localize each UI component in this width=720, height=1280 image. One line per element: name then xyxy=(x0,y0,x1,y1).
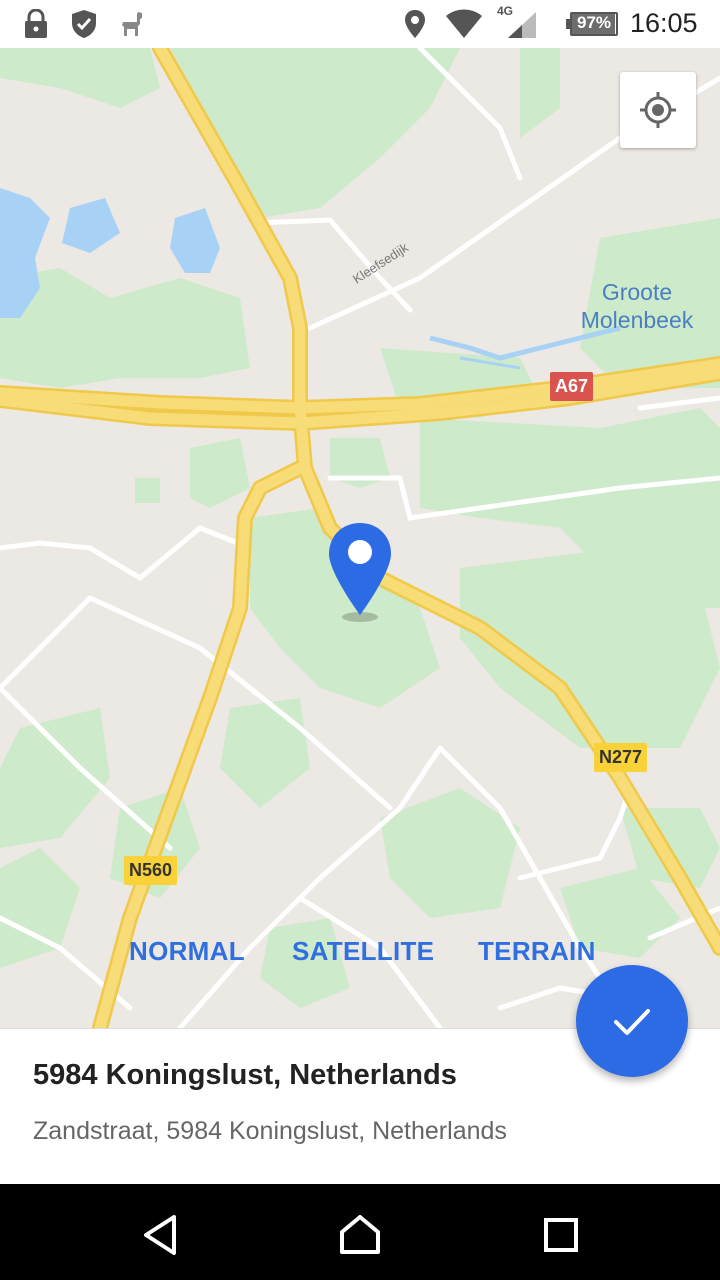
place-address: Zandstraat, 5984 Koningslust, Netherland… xyxy=(33,1117,507,1145)
map-view[interactable]: Kleefsedijk Groote Molenbeek A67 N277 N5… xyxy=(0,48,720,1028)
cell-signal-icon xyxy=(508,12,536,38)
road-label-n277: N277 xyxy=(594,743,648,772)
wifi-icon xyxy=(446,9,482,39)
map-type-terrain[interactable]: TERRAIN xyxy=(478,936,596,967)
home-icon[interactable] xyxy=(338,1212,382,1256)
confirm-location-button[interactable] xyxy=(576,965,688,1077)
checkmark-icon xyxy=(614,1009,650,1035)
map-type-satellite[interactable]: SATELLITE xyxy=(292,936,434,967)
road-label-a67: A67 xyxy=(550,372,594,401)
lock-icon xyxy=(25,9,47,38)
location-pin-icon[interactable] xyxy=(326,521,394,625)
back-icon[interactable] xyxy=(140,1213,180,1257)
llama-icon xyxy=(122,12,142,36)
shield-icon xyxy=(72,10,96,38)
map-type-selector: NORMAL SATELLITE TERRAIN xyxy=(0,936,720,972)
place-title: 5984 Koningslust, Netherlands xyxy=(33,1059,457,1091)
navigation-bar xyxy=(0,1184,720,1280)
water-name-label: Groote Molenbeek xyxy=(580,279,694,333)
battery-icon: 97% xyxy=(566,12,618,36)
crosshair-icon xyxy=(640,92,676,128)
map-type-normal[interactable]: NORMAL xyxy=(129,936,245,967)
status-bar: 4G 97% 16:05 xyxy=(0,0,720,48)
battery-level: 97% xyxy=(576,13,612,32)
recents-icon[interactable] xyxy=(543,1217,579,1253)
location-icon xyxy=(405,10,425,38)
my-location-button[interactable] xyxy=(620,72,696,148)
clock: 16:05 xyxy=(630,8,698,38)
road-label-n560: N560 xyxy=(124,856,178,885)
